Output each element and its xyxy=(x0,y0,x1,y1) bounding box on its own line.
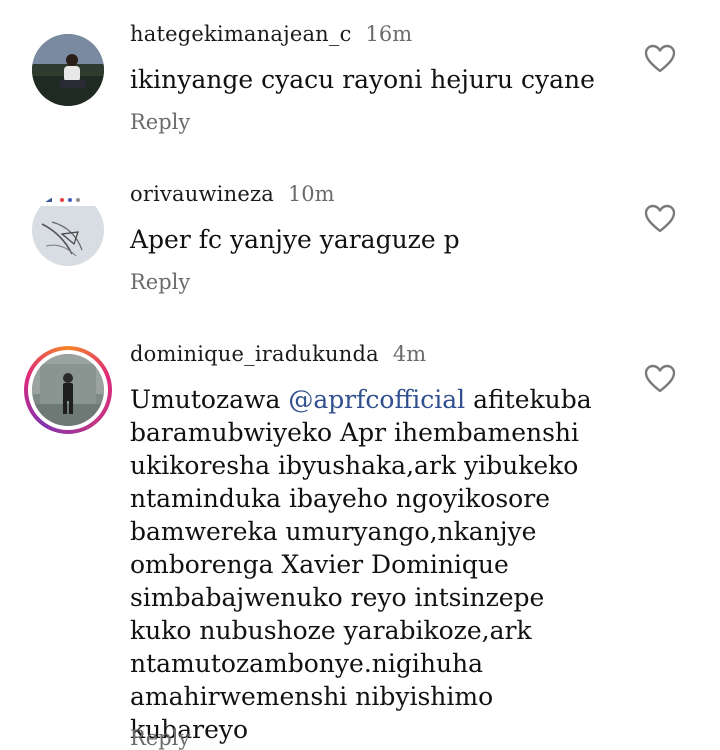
comment-line: Umutozawa @aprfcofficial afitekuba xyxy=(130,383,600,416)
person-photo-icon xyxy=(32,34,104,106)
reply-button[interactable]: Reply xyxy=(130,110,190,134)
comment-meta: orivauwineza 10m xyxy=(130,182,335,206)
heart-outline-icon xyxy=(644,44,676,73)
timestamp: 16m xyxy=(365,22,413,46)
comment-line: omborenga Xavier Dominique xyxy=(130,550,509,579)
sketch-photo-icon xyxy=(32,194,104,266)
story-ring-photo-icon xyxy=(32,354,104,426)
comment-line: amahirwemenshi nibyishimo kubareyo xyxy=(130,682,494,744)
heart-outline-icon xyxy=(644,204,676,233)
comment-text-suffix: afitekuba xyxy=(465,385,592,414)
comment-text: Umutozawa @aprfcofficial afitekuba baram… xyxy=(130,383,600,746)
like-button[interactable] xyxy=(642,362,678,396)
comment-line: ntamutozambonye.nigihuha xyxy=(130,649,484,678)
mention-link[interactable]: @aprfcofficial xyxy=(288,385,465,414)
username-link[interactable]: dominique_iradukunda xyxy=(130,342,379,366)
avatar-ring-gap xyxy=(28,350,108,430)
timestamp: 10m xyxy=(287,182,335,206)
like-button[interactable] xyxy=(642,202,678,236)
timestamp: 4m xyxy=(392,342,427,366)
comment-meta: dominique_iradukunda 4m xyxy=(130,342,426,366)
username-link[interactable]: hategekimanajean_c xyxy=(130,22,352,46)
comment-text: ikinyange cyacu rayoni hejuru cyane xyxy=(130,63,600,96)
comment-meta: hategekimanajean_c 16m xyxy=(130,22,412,46)
comment-line: baramubwiyeko Apr ihembamenshi xyxy=(130,418,580,447)
comment-line: ntaminduka ibayeho ngoyikosore xyxy=(130,484,550,513)
avatar[interactable] xyxy=(32,194,104,266)
reply-button[interactable]: Reply xyxy=(130,270,190,294)
comment-line: ikinyange cyacu rayoni hejuru cyane xyxy=(130,65,595,94)
comment-text-prefix: Umutozawa xyxy=(130,385,289,414)
like-button[interactable] xyxy=(642,42,678,76)
comment-line: kuko nubushoze yarabikoze,ark xyxy=(130,616,532,645)
comment-line: ukikoresha ibyushaka,ark yibukeko xyxy=(130,451,579,480)
comment-line: bamwereka umuryango,nkanjye xyxy=(130,517,537,546)
heart-outline-icon xyxy=(644,364,676,393)
avatar[interactable] xyxy=(32,34,104,106)
username-link[interactable]: orivauwineza xyxy=(130,182,274,206)
comment-line: Aper fc yanjye yaraguze p xyxy=(130,225,460,254)
comment-text: Aper fc yanjye yaraguze p xyxy=(130,223,600,256)
avatar xyxy=(32,354,104,426)
reply-button[interactable]: Reply xyxy=(130,726,190,750)
comment-line: simbabajwenuko reyo intsinzepe xyxy=(130,583,545,612)
avatar-story-ring[interactable] xyxy=(24,346,112,434)
